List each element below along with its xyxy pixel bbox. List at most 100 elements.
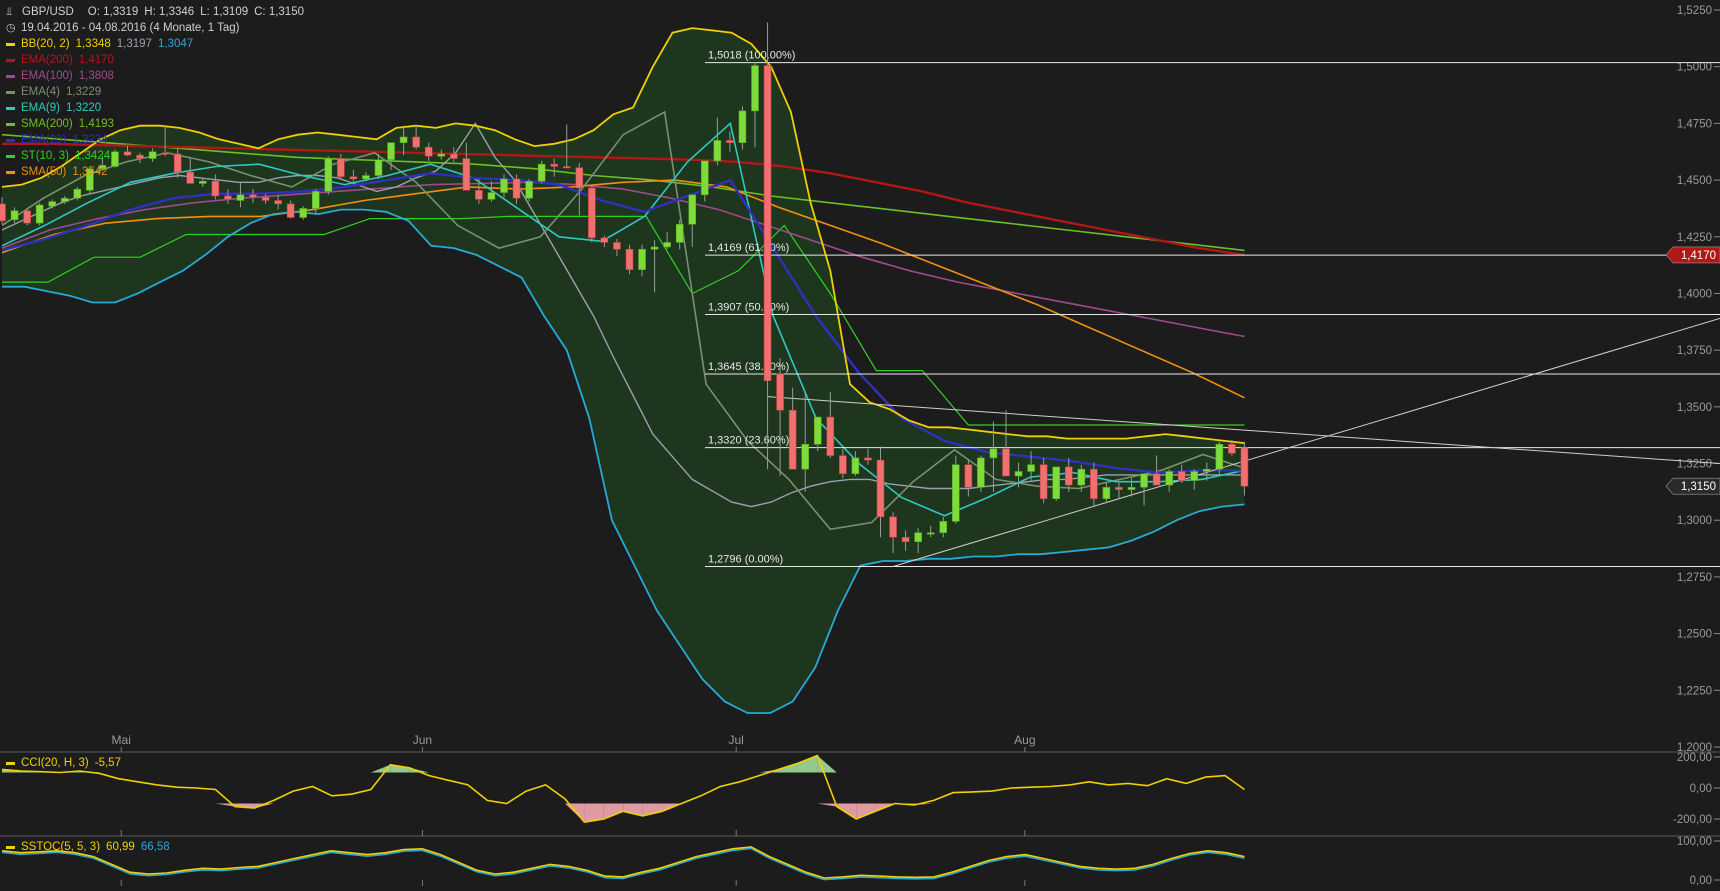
legend-item[interactable]: EMA(100) 1,3808 <box>6 68 310 84</box>
legend-item[interactable]: EMA(200) 1,4170 <box>6 52 310 68</box>
candle-body <box>663 242 671 248</box>
candle-body <box>35 204 44 224</box>
candle-body <box>1039 464 1048 499</box>
legend-value: 1,3197 <box>116 38 152 50</box>
candle-body <box>1140 473 1148 488</box>
y-tick-label: 1,2500 <box>1677 629 1712 641</box>
legend-label: ST(10, 3) <box>21 150 69 162</box>
range-row: ◷ 19.04.2016 - 04.08.2016 (4 Monate, 1 T… <box>6 20 310 36</box>
legend-value: 1,4170 <box>78 54 114 66</box>
clock-icon: ◷ <box>6 22 16 34</box>
legend-swatch <box>6 170 15 174</box>
legend-swatch <box>6 122 15 126</box>
candle-body <box>700 160 709 196</box>
price-tag-label: 1,3150 <box>1681 481 1716 493</box>
candle-body <box>1064 466 1073 486</box>
sstoc-line <box>1 846 1245 879</box>
candle-body <box>0 203 6 222</box>
cci-oversold-fill <box>817 803 837 807</box>
candle-body <box>73 188 82 199</box>
legend-value: 1,3542 <box>72 166 108 178</box>
cci-y-tick-label: 0,00 <box>1690 783 1712 795</box>
header-row: ⫫ GBP/USD O: 1,3319 H: 1,3346 L: 1,3109 … <box>6 4 310 20</box>
low-value: L: 1,3109 <box>200 6 249 18</box>
legend-item[interactable]: SMA(50) 1,3542 <box>6 164 310 180</box>
legend-swatch <box>6 42 15 46</box>
y-tick-label: 1,3500 <box>1677 402 1712 414</box>
legend-value: 1,3424 <box>74 150 111 162</box>
candle-body <box>286 203 295 218</box>
cci-line <box>1 754 1245 823</box>
candle-body <box>424 146 433 157</box>
cci-swatch <box>6 761 15 765</box>
candle-body <box>1002 448 1010 477</box>
legend-value: 1,3220 <box>65 102 102 114</box>
sstoc-swatch <box>6 845 15 849</box>
sstoc-signal-line <box>1 847 1245 881</box>
price-tag-label: 1,4170 <box>1681 250 1716 262</box>
candle-body <box>1228 443 1236 454</box>
legend-item[interactable]: ST(10, 3) 1,3424 <box>6 148 310 164</box>
candle-body <box>562 166 571 169</box>
y-tick-label: 1,3250 <box>1677 459 1712 471</box>
candle-body <box>512 178 521 199</box>
candle-body <box>199 180 207 184</box>
date-range: 19.04.2016 - 04.08.2016 (4 Monate, 1 Tag… <box>21 22 240 34</box>
candle-body <box>387 142 395 160</box>
close-value: C: 1,3150 <box>254 6 304 18</box>
candle-body <box>1115 487 1123 490</box>
legend-label: SMA(200) <box>21 118 73 130</box>
legend-label: EMA(100) <box>21 70 73 82</box>
candle-body <box>1190 471 1199 481</box>
legend-item[interactable]: EMA(4) 1,3229 <box>6 84 310 100</box>
candle-body <box>449 153 458 159</box>
legend-item[interactable]: BB(20, 2) 1,3348 1,3197 1,3047 <box>6 36 310 52</box>
legend-swatch <box>6 138 15 142</box>
candle-body <box>337 158 345 177</box>
y-tick-label: 1,4250 <box>1677 232 1712 244</box>
candle-body <box>600 237 609 243</box>
legend-label: EMA(9) <box>21 102 60 114</box>
sstoc-label: SSTOC(5, 5, 3) <box>21 841 101 853</box>
legend-label: EMA(200) <box>21 54 73 66</box>
legend-item[interactable]: EMA(20) 1,3234 <box>6 132 310 148</box>
candle-body <box>374 159 383 176</box>
legend-value: 1,3234 <box>72 134 108 146</box>
candle-body <box>1014 471 1023 477</box>
x-tick-label: Jul <box>729 733 744 747</box>
high-value: H: 1,3346 <box>144 6 195 18</box>
y-tick-label: 1,4750 <box>1677 118 1712 130</box>
candle-body <box>638 248 646 270</box>
candle-body <box>399 136 408 143</box>
candle-body <box>951 464 960 522</box>
fib-level-label: 1,2796 (0.00%) <box>708 553 783 565</box>
legend-label: BB(20, 2) <box>21 38 70 50</box>
sstoc-legend: SSTOC(5, 5, 3) 60,99 66,58 <box>6 841 170 853</box>
cci-overbought-fill <box>797 755 818 773</box>
candle-body <box>1215 443 1224 470</box>
legend-swatch <box>6 90 15 94</box>
x-tick-label: Aug <box>1014 733 1035 747</box>
candle-body <box>1052 466 1060 499</box>
legend-label: SMA(50) <box>21 166 67 178</box>
candle-body <box>324 158 333 192</box>
candle-body <box>525 180 533 199</box>
legend-item[interactable]: SMA(200) 1,4193 <box>6 116 310 132</box>
legend-item[interactable]: EMA(9) 1,3220 <box>6 100 310 116</box>
cci-label: CCI(20, H, 3) <box>21 757 89 769</box>
legend-value: 1,3808 <box>78 70 114 82</box>
candle-body <box>10 210 19 221</box>
chart-type-icon[interactable]: ⫫ <box>6 4 16 20</box>
y-tick-label: 1,2250 <box>1677 685 1712 697</box>
fib-level-label: 1,3907 (50.00%) <box>708 302 789 314</box>
indicator-legend: BB(20, 2) 1,3348 1,3197 1,3047 EMA(200) 1,417… <box>6 36 310 180</box>
y-tick-label: 1,3750 <box>1677 345 1712 357</box>
candle-body <box>776 373 784 411</box>
candle-body <box>1165 471 1173 486</box>
candle-body <box>1152 473 1161 486</box>
candle-body <box>550 163 559 167</box>
candle-body <box>876 459 885 518</box>
symbol-label: GBP/USD <box>22 6 74 18</box>
candle-body <box>1240 447 1249 487</box>
chart-legend: ⫫ GBP/USD O: 1,3319 H: 1,3346 L: 1,3109 … <box>6 4 310 180</box>
